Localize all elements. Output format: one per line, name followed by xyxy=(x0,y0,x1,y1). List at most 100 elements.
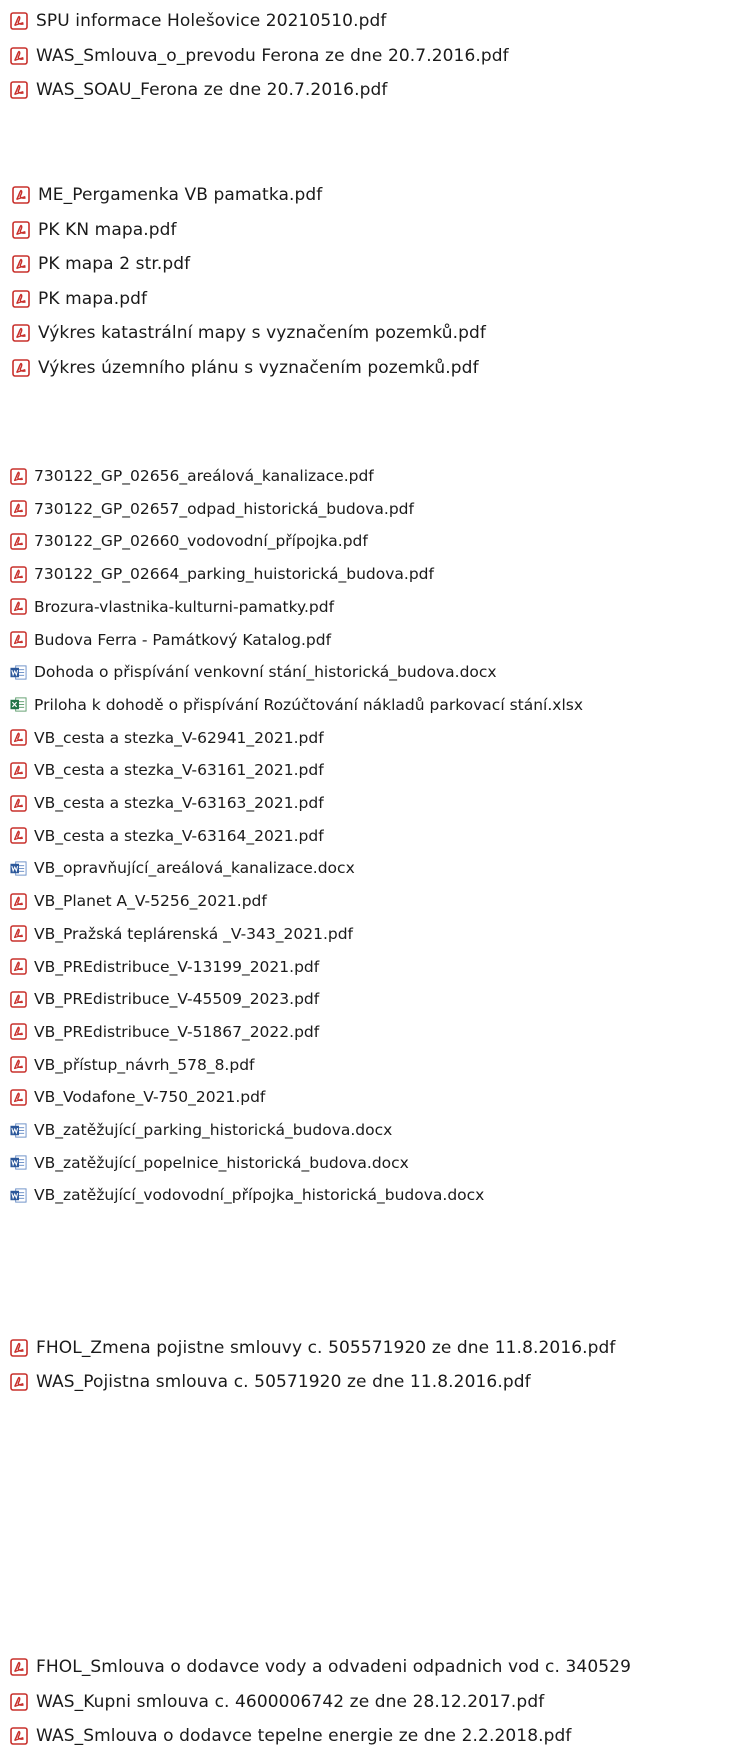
file-item[interactable]: VB_PREdistribuce_V-13199_2021.pdf xyxy=(10,958,319,976)
file-item[interactable]: WAS_Pojistna smlouva c. 50571920 ze dne … xyxy=(10,1372,531,1392)
file-item[interactable]: Dohoda o přispívání venkovní stání_histo… xyxy=(10,663,497,681)
pdf-icon xyxy=(10,1088,27,1106)
file-item[interactable]: PK mapa 2 str.pdf xyxy=(12,254,190,274)
file-item[interactable]: Výkres územního plánu s vyznačením pozem… xyxy=(12,358,479,378)
file-item[interactable]: WAS_Smlouva_o_prevodu Ferona ze dne 20.7… xyxy=(10,46,509,66)
pdf-icon xyxy=(10,598,27,616)
file-item[interactable]: SPU informace Holešovice 20210510.pdf xyxy=(10,11,386,31)
file-name: VB_cesta a stezka_V-63163_2021.pdf xyxy=(34,794,324,812)
file-item[interactable]: Výkres katastrální mapy s vyznačením poz… xyxy=(12,323,486,343)
file-item[interactable]: 730122_GP_02656_areálová_kanalizace.pdf xyxy=(10,467,374,485)
file-item[interactable]: FHOL_Smlouva o dodavce vody a odvadeni o… xyxy=(10,1657,631,1677)
pdf-icon xyxy=(10,1023,27,1041)
file-name: WAS_Pojistna smlouva c. 50571920 ze dne … xyxy=(36,1372,531,1392)
file-name: VB_cesta a stezka_V-63161_2021.pdf xyxy=(34,761,324,780)
file-name: WAS_Kupni smlouva c. 4600006742 ze dne 2… xyxy=(36,1691,545,1712)
file-name: Budova Ferra - Památkový Katalog.pdf xyxy=(34,630,332,649)
pdf-icon xyxy=(10,631,27,648)
file-item[interactable]: VB_Pražská teplárenská _V-343_2021.pdf xyxy=(10,925,353,943)
pdf-icon xyxy=(10,794,27,812)
file-name: VB_cesta a stezka_V-63164_2021.pdf xyxy=(34,826,324,845)
pdf-icon xyxy=(10,1692,28,1711)
file-name: Výkres územního plánu s vyznačením pozem… xyxy=(38,357,479,378)
pdf-icon xyxy=(12,358,30,377)
file-name: VB_opravňující_areálová_kanalizace.docx xyxy=(34,859,355,878)
file-item[interactable]: PK mapa.pdf xyxy=(12,289,147,309)
file-name: VB_PREdistribuce_V-13199_2021.pdf xyxy=(34,957,320,976)
file-item[interactable]: Priloha k dohodě o přispívání Rozúčtován… xyxy=(10,696,583,714)
pdf-icon xyxy=(12,186,30,204)
file-name: 730122_GP_02660_vodovodní_přípojka.pdf xyxy=(34,532,368,551)
file-name: WAS_Smlouva o dodavce tepelne energie ze… xyxy=(36,1726,572,1746)
word-icon xyxy=(10,1187,27,1204)
file-item[interactable]: VB_cesta a stezka_V-63163_2021.pdf xyxy=(10,794,324,812)
pdf-icon xyxy=(10,565,27,583)
word-icon xyxy=(10,860,27,877)
file-item[interactable]: VB_opravňující_areálová_kanalizace.docx xyxy=(10,859,355,877)
pdf-icon xyxy=(10,827,27,844)
file-name: SPU informace Holešovice 20210510.pdf xyxy=(36,11,387,31)
pdf-icon xyxy=(10,1056,27,1073)
file-item[interactable]: ME_Pergamenka VB pamatka.pdf xyxy=(12,185,322,205)
pdf-icon xyxy=(12,255,30,273)
file-name: VB_Pražská teplárenská _V-343_2021.pdf xyxy=(34,924,354,943)
file-name: Dohoda o přispívání venkovní stání_histo… xyxy=(34,663,497,682)
pdf-icon xyxy=(10,892,27,910)
pdf-icon xyxy=(10,925,27,943)
pdf-icon xyxy=(10,46,28,65)
file-name: FHOL_Smlouva o dodavce vody a odvadeni o… xyxy=(36,1657,631,1677)
file-name: VB_přístup_návrh_578_8.pdf xyxy=(34,1055,255,1074)
file-item[interactable]: Brozura-vlastnika-kulturni-pamatky.pdf xyxy=(10,598,334,616)
file-name: 730122_GP_02656_areálová_kanalizace.pdf xyxy=(34,467,374,485)
pdf-icon xyxy=(10,761,27,779)
file-item[interactable]: VB_PREdistribuce_V-51867_2022.pdf xyxy=(10,1023,319,1041)
file-item[interactable]: PK KN mapa.pdf xyxy=(12,220,177,240)
pdf-icon xyxy=(10,958,27,975)
file-item[interactable]: VB_cesta a stezka_V-62941_2021.pdf xyxy=(10,729,324,747)
file-item[interactable]: VB_PREdistribuce_V-45509_2023.pdf xyxy=(10,990,319,1008)
pdf-icon xyxy=(12,220,30,239)
pdf-icon xyxy=(10,990,27,1008)
file-item[interactable]: VB_zatěžující_popelnice_historická_budov… xyxy=(10,1154,409,1172)
file-item[interactable]: VB_přístup_návrh_578_8.pdf xyxy=(10,1056,255,1074)
file-item[interactable]: WAS_Smlouva o dodavce tepelne energie ze… xyxy=(10,1726,572,1746)
file-item[interactable]: 730122_GP_02660_vodovodní_přípojka.pdf xyxy=(10,532,368,550)
file-item[interactable]: FHOL_Zmena pojistne smlouvy c. 505571920… xyxy=(10,1338,616,1358)
pdf-icon xyxy=(10,1373,28,1391)
file-item[interactable]: Budova Ferra - Památkový Katalog.pdf xyxy=(10,631,331,649)
file-item[interactable]: VB_zatěžující_vodovodní_přípojka_histori… xyxy=(10,1186,484,1204)
file-name: VB_PREdistribuce_V-51867_2022.pdf xyxy=(34,1022,320,1041)
pdf-icon xyxy=(10,1658,28,1676)
file-item[interactable]: VB_Planet A_V-5256_2021.pdf xyxy=(10,892,267,910)
file-name: VB_cesta a stezka_V-62941_2021.pdf xyxy=(34,728,324,747)
file-name: VB_zatěžující_parking_historická_budova.… xyxy=(34,1121,393,1139)
pdf-icon xyxy=(10,81,28,99)
pdf-icon xyxy=(10,12,28,30)
pdf-icon xyxy=(12,289,30,308)
file-name: VB_zatěžující_vodovodní_přípojka_histori… xyxy=(34,1186,485,1205)
file-item[interactable]: 730122_GP_02657_odpad_historická_budova.… xyxy=(10,500,414,518)
file-item[interactable]: VB_zatěžující_parking_historická_budova.… xyxy=(10,1121,392,1139)
file-name: FHOL_Zmena pojistne smlouvy c. 505571920… xyxy=(36,1338,616,1358)
file-name: WAS_Smlouva_o_prevodu Ferona ze dne 20.7… xyxy=(36,45,509,66)
word-icon xyxy=(10,664,27,681)
file-name: 730122_GP_02657_odpad_historická_budova.… xyxy=(34,499,414,518)
file-item[interactable]: 730122_GP_02664_parking_huistorická_budo… xyxy=(10,565,434,583)
file-name: Výkres katastrální mapy s vyznačením poz… xyxy=(38,323,487,343)
pdf-icon xyxy=(10,467,27,485)
file-name: ME_Pergamenka VB pamatka.pdf xyxy=(38,185,323,205)
file-name: Brozura-vlastnika-kulturni-pamatky.pdf xyxy=(34,597,335,616)
word-icon xyxy=(10,1122,27,1139)
file-name: VB_PREdistribuce_V-45509_2023.pdf xyxy=(34,990,320,1009)
file-item[interactable]: VB_cesta a stezka_V-63161_2021.pdf xyxy=(10,761,324,779)
file-name: PK mapa.pdf xyxy=(38,288,148,309)
file-item[interactable]: WAS_Kupni smlouva c. 4600006742 ze dne 2… xyxy=(10,1692,544,1712)
file-item[interactable]: WAS_SOAU_Ferona ze dne 20.7.2016.pdf xyxy=(10,80,387,100)
pdf-icon xyxy=(10,1339,28,1357)
file-name: PK mapa 2 str.pdf xyxy=(38,254,191,274)
file-name: PK KN mapa.pdf xyxy=(38,219,177,240)
file-item[interactable]: VB_cesta a stezka_V-63164_2021.pdf xyxy=(10,827,324,845)
file-name: VB_zatěžující_popelnice_historická_budov… xyxy=(34,1153,409,1172)
file-item[interactable]: VB_Vodafone_V-750_2021.pdf xyxy=(10,1088,265,1106)
file-name: Priloha k dohodě o přispívání Rozúčtován… xyxy=(34,695,584,714)
